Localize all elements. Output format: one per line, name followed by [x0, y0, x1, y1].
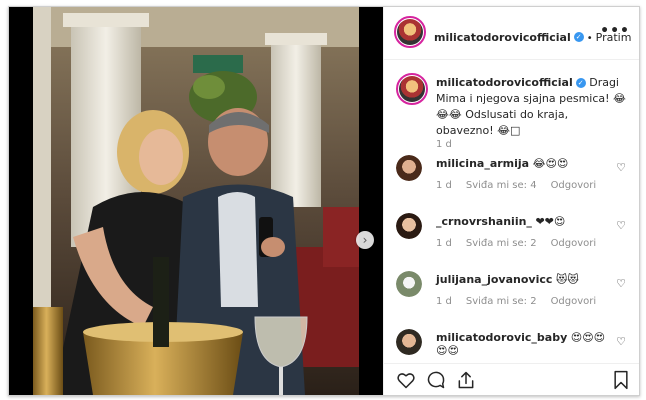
heart-icon[interactable]: ♡	[616, 335, 626, 348]
comment-time: 1 d	[436, 238, 452, 249]
comment-icon[interactable]	[426, 370, 446, 390]
comment-avatar[interactable]	[396, 213, 422, 239]
more-icon[interactable]: •••	[600, 23, 630, 39]
caption-avatar[interactable]	[396, 73, 428, 105]
caption-time: 1 d	[436, 139, 452, 150]
next-media-button[interactable]: ›	[356, 231, 374, 249]
post-media[interactable]: ›	[9, 7, 383, 395]
post-sidebar: milicatodorovicofficial ✓ • Pratim ••• mili…	[383, 7, 639, 395]
bookmark-icon[interactable]	[612, 370, 630, 390]
verified-icon: ✓	[573, 31, 584, 42]
comment-item: julijana_jovanovicc 😻😻 1 d Sviđa mi se: 2…	[396, 271, 628, 323]
comment-likes[interactable]: Sviđa mi se: 2	[466, 238, 537, 249]
verified-icon: ✓	[575, 78, 586, 88]
comment-item: milicina_armija 😂😍😍 1 d Sviđa mi se: 4 Odg…	[396, 155, 628, 207]
comment-avatar[interactable]	[396, 271, 422, 297]
comment-time: 1 d	[436, 296, 452, 307]
comment-avatar[interactable]	[396, 155, 422, 181]
comment-username[interactable]: _crnovrshaniin_	[436, 215, 532, 228]
comment-item: milicatodorovic_baby 😍😍😍😍😍 ♡	[396, 329, 628, 359]
caption-username[interactable]: milicatodorovicofficial	[436, 76, 573, 89]
instagram-post-window: › milicatodorovicofficial ✓ • Pratim ••• mi…	[8, 6, 640, 396]
heart-icon[interactable]: ♡	[616, 219, 626, 232]
author-username[interactable]: milicatodorovicofficial	[434, 31, 571, 44]
caption-text-block: milicatodorovicofficial ✓ Dragi Mima i nj…	[436, 75, 628, 139]
share-icon[interactable]	[456, 370, 476, 390]
comment-text: ❤❤😍	[535, 215, 566, 228]
comment-username[interactable]: milicina_armija	[436, 157, 529, 170]
comment-username[interactable]: milicatodorovic_baby	[436, 331, 567, 344]
separator-dot: •	[586, 33, 593, 44]
chevron-right-icon: ›	[362, 233, 368, 247]
comment-likes[interactable]: Sviđa mi se: 4	[466, 180, 537, 191]
comment-likes[interactable]: Sviđa mi se: 2	[466, 296, 537, 307]
comment-avatar[interactable]	[396, 329, 422, 355]
comment-text: 😂😍😍	[532, 157, 569, 170]
comment-time: 1 d	[436, 180, 452, 191]
reply-button[interactable]: Odgovori	[551, 180, 597, 191]
heart-icon[interactable]	[396, 370, 416, 390]
comment-username[interactable]: julijana_jovanovicc	[436, 273, 552, 286]
post-header: milicatodorovicofficial ✓ • Pratim •••	[384, 7, 639, 60]
heart-icon[interactable]: ♡	[616, 277, 626, 290]
reply-button[interactable]: Odgovori	[551, 238, 597, 249]
heart-icon[interactable]: ♡	[616, 161, 626, 174]
author-avatar[interactable]	[394, 16, 426, 48]
action-bar	[384, 363, 639, 395]
reply-button[interactable]: Odgovori	[551, 296, 597, 307]
comment-item: _crnovrshaniin_ ❤❤😍 1 d Sviđa mi se: 2 Odg…	[396, 213, 628, 265]
video-frame[interactable]	[33, 7, 359, 395]
comment-text: 😻😻	[555, 273, 579, 286]
